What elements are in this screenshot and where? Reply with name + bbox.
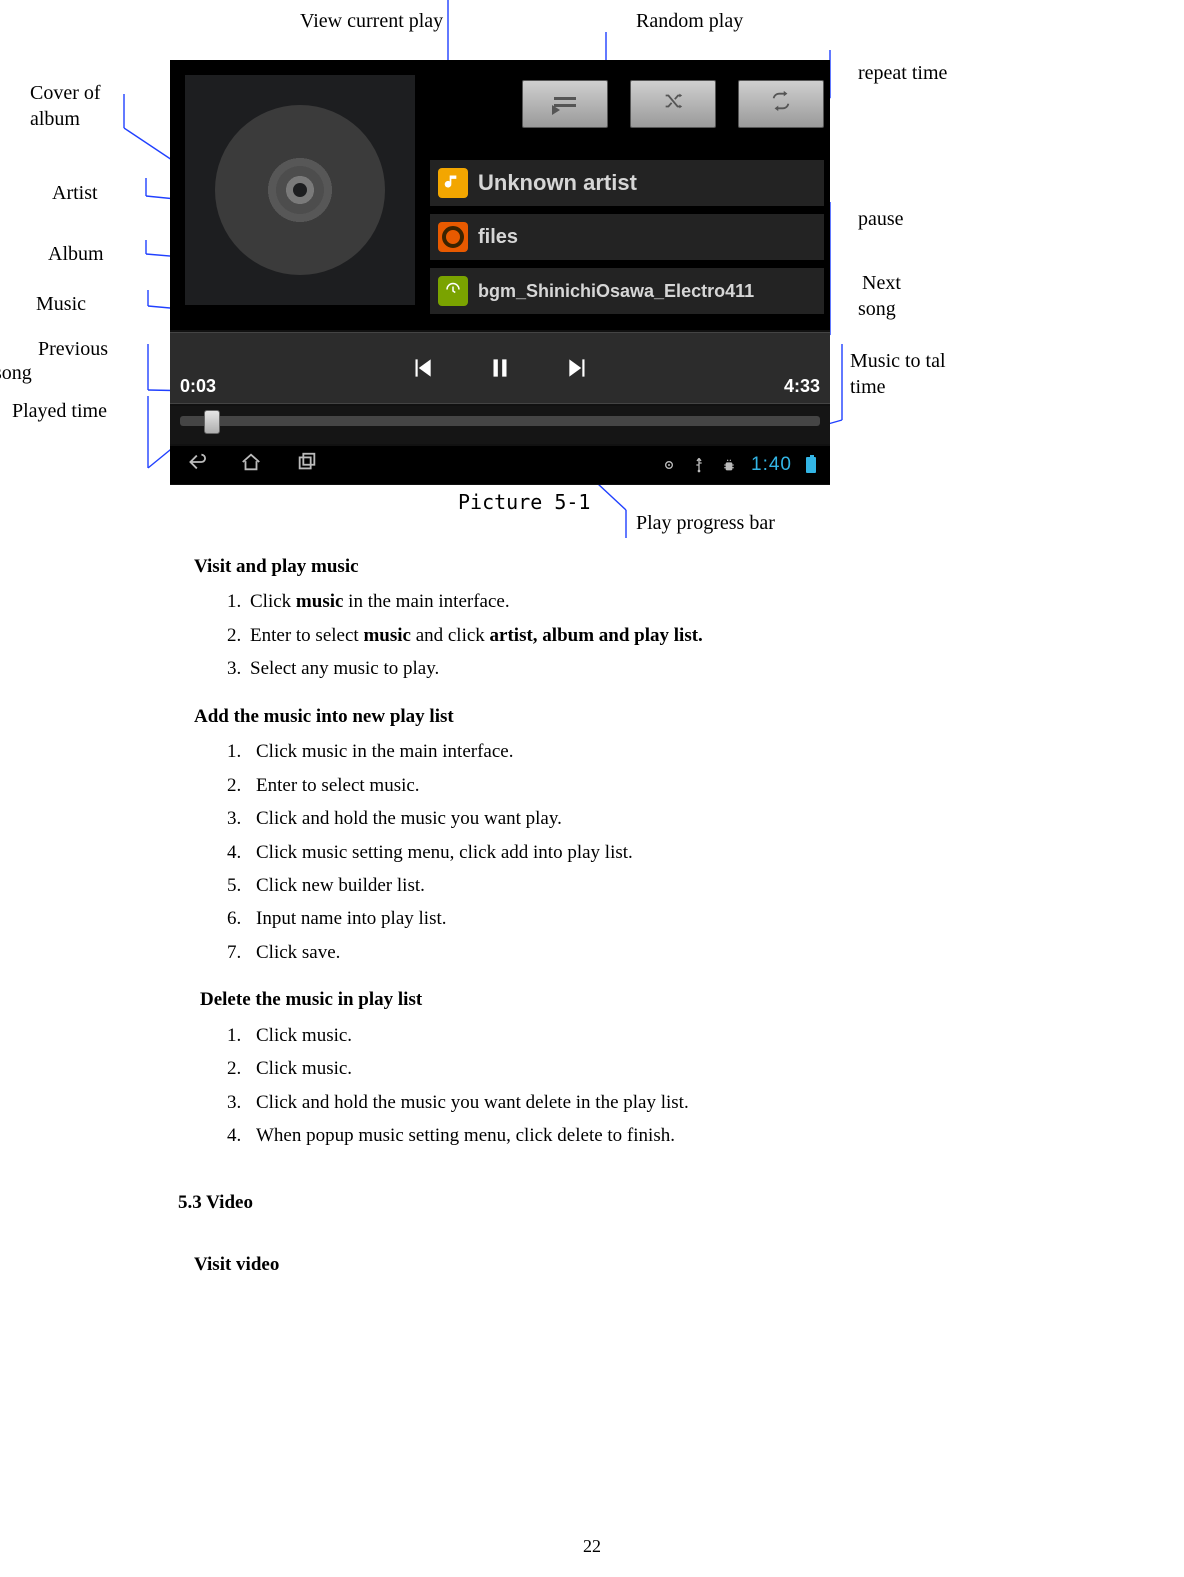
recent-icon[interactable] [296, 451, 318, 479]
artist-icon [438, 168, 468, 198]
repeat-button[interactable] [738, 80, 824, 128]
list-delete: Click music. Click music. Click and hold… [246, 1021, 998, 1151]
artist-row[interactable]: Unknown artist [430, 160, 824, 206]
list-item: Input name into play list. [246, 904, 998, 933]
total-time: 4:33 [784, 376, 820, 397]
list-item: Select any music to play. [246, 654, 998, 683]
heading-delete-list: Delete the music in play list [200, 985, 998, 1014]
list-item: Click save. [246, 938, 998, 967]
disc-icon [215, 105, 385, 275]
list-add: Click music in the main interface. Enter… [246, 737, 998, 967]
queue-button[interactable] [522, 80, 608, 128]
prev-button[interactable] [408, 354, 436, 382]
seek-thumb[interactable] [204, 410, 220, 434]
album-art[interactable] [185, 75, 415, 305]
list-item: Click music in the main interface. [246, 737, 998, 766]
heading-video: 5.3 Video [178, 1188, 998, 1217]
list-item: Click music. [246, 1021, 998, 1050]
list-item: Click music. [246, 1054, 998, 1083]
list-item: Click and hold the music you want delete… [246, 1088, 998, 1117]
debug-icon [721, 457, 737, 473]
list-item: Click music in the main interface. [246, 587, 998, 616]
album-label: files [478, 226, 518, 249]
status-clock: 1:40 [751, 454, 792, 476]
shuffle-button[interactable] [630, 80, 716, 128]
seek-area [170, 406, 830, 444]
usb-icon [691, 457, 707, 473]
transport-bar: 0:03 4:33 [170, 332, 830, 404]
heading-visit-play: Visit and play music [194, 552, 998, 581]
back-icon[interactable] [184, 451, 206, 479]
heading-visit-video: Visit video [194, 1250, 998, 1279]
list-item: Click and hold the music you want play. [246, 804, 998, 833]
album-icon [438, 222, 468, 252]
status-dot-icon [661, 457, 677, 473]
track-row[interactable]: bgm_ShinichiOsawa_Electro411 [430, 268, 824, 314]
figure-caption: Picture 5-1 [458, 490, 590, 514]
player-top: Unknown artist files bgm_ShinichiOsawa_E… [170, 60, 830, 330]
list-item: Click new builder list. [246, 871, 998, 900]
battery-icon [806, 457, 816, 473]
body-content: Visit and play music Click music in the … [178, 540, 998, 1285]
track-icon [438, 276, 468, 306]
android-navbar: 1:40 [170, 446, 830, 484]
track-label: bgm_ShinichiOsawa_Electro411 [478, 281, 754, 302]
list-item: Enter to select music and click artist, … [246, 621, 998, 650]
queue-icon [554, 95, 576, 113]
album-row[interactable]: files [430, 214, 824, 260]
page-number: 22 [0, 1536, 1184, 1557]
music-player: Unknown artist files bgm_ShinichiOsawa_E… [170, 60, 830, 485]
seek-track[interactable] [180, 416, 820, 426]
home-icon[interactable] [240, 451, 262, 479]
repeat-icon [767, 90, 795, 118]
list-item: Enter to select music. [246, 771, 998, 800]
artist-label: Unknown artist [478, 170, 637, 196]
list-item: Click music setting menu, click add into… [246, 838, 998, 867]
list-item: When popup music setting menu, click del… [246, 1121, 998, 1150]
heading-add-list: Add the music into new play list [194, 702, 998, 731]
pause-button[interactable] [486, 354, 514, 382]
shuffle-icon [659, 90, 687, 118]
list-visit-play: Click music in the main interface. Enter… [246, 587, 998, 683]
elapsed-time: 0:03 [180, 376, 216, 397]
next-button[interactable] [564, 354, 592, 382]
